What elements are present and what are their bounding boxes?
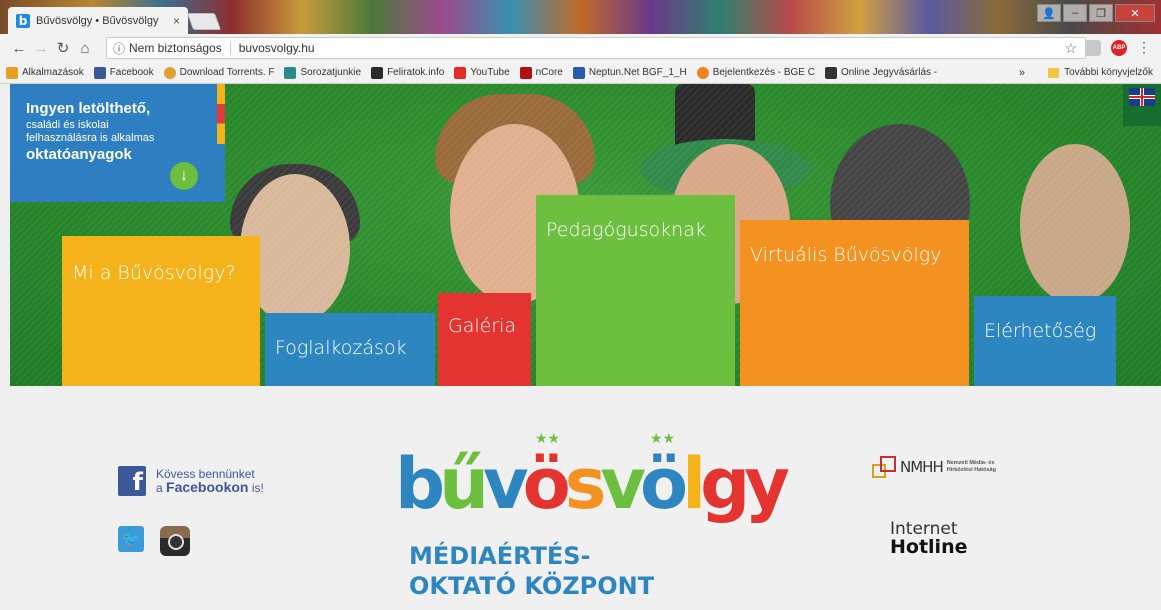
home-icon[interactable]: ⌂ [74, 40, 96, 57]
nav-tile-pedagogusoknak[interactable]: Pedagógusoknak [536, 195, 735, 386]
maximize-icon[interactable]: ❐ [1089, 4, 1113, 22]
other-bookmarks[interactable]: További könyvjelzők [1048, 67, 1153, 78]
torrent-icon [163, 66, 176, 79]
language-switch[interactable] [1123, 84, 1161, 126]
download-arrow-icon[interactable]: ↓ [170, 162, 198, 190]
minimize-icon[interactable]: – [1063, 4, 1087, 22]
reload-icon[interactable]: ↻ [52, 39, 74, 57]
nav-tile-galeria[interactable]: Galéria [438, 293, 531, 386]
bookmark-item[interactable]: Alkalmazások [6, 66, 84, 79]
nmhh-logo[interactable]: NMHH Nemzeti Média- és Hírközlési Hatósá… [872, 456, 1007, 478]
bookmark-item[interactable]: Online Jegyvásárlás - [824, 66, 937, 79]
facebook-icon: f [118, 466, 146, 496]
nmhh-mark-icon [872, 456, 898, 478]
tile-label: Mi a Bűvösvölgy? [72, 262, 236, 284]
facebook-follow-text: Kövess bennünket a Facebookon is! [156, 466, 264, 495]
bookmark-item[interactable]: nCore [519, 66, 563, 79]
site-favicon-icon: b [16, 13, 30, 28]
window-controls: 👤 – ❐ ✕ [1037, 4, 1155, 22]
extensions-area: ABP ⋮ [1085, 39, 1151, 56]
nav-tile-foglalkozasok[interactable]: Foglalkozások [265, 313, 435, 386]
bookmark-item[interactable]: Download Torrents. F [163, 66, 274, 79]
bookmark-item[interactable]: Feliratok.info [371, 66, 444, 79]
promo-line: családi és iskolai [26, 119, 109, 131]
nmhh-abbr: NMHH [900, 458, 944, 476]
browser-toolbar: ← → ↻ ⌂ ⓘ Nem biztonságos buvosvolgy.hu … [0, 34, 1161, 62]
bookmark-item[interactable]: Bejelentkezés - BGE C [696, 66, 815, 79]
new-tab-button[interactable] [186, 13, 222, 30]
ticket-icon [824, 66, 837, 79]
apps-icon [6, 66, 18, 79]
logo-subtitle: MÉDIAÉRTÉS- [409, 542, 591, 570]
promo-highlight: oktatóanyagok [26, 146, 132, 163]
bookmarks-bar: Alkalmazások Facebook Download Torrents.… [0, 62, 1161, 84]
instagram-icon[interactable] [160, 526, 190, 556]
subtitle-icon [371, 66, 384, 79]
address-bar[interactable]: ⓘ Nem biztonságos buvosvolgy.hu ☆ [106, 37, 1086, 59]
url-text[interactable]: buvosvolgy.hu [239, 41, 315, 55]
hero-banner: Ingyen letölthető, családi és iskolai fe… [10, 84, 1161, 386]
folder-icon [1048, 67, 1060, 78]
back-arrow-icon[interactable]: ← [8, 40, 30, 57]
nav-tile-mi-a-buvosvolgy[interactable]: Mi a Bűvösvölgy? [62, 236, 260, 386]
tile-label: Galéria [448, 315, 517, 337]
bookmark-item[interactable]: Facebook [93, 66, 154, 79]
facebook-icon [93, 66, 106, 79]
uk-flag-icon [1129, 88, 1155, 106]
browser-tab[interactable]: b Bűvösvölgy • Bűvösvölgy × [8, 7, 188, 34]
tab-strip: b Bűvösvölgy • Bűvösvölgy × 👤 – ❐ ✕ [0, 0, 1161, 34]
logo-wordmark: bűvösvölgy [395, 443, 790, 525]
social-links: 🐦 [118, 526, 190, 556]
nav-tile-elerhetoseg[interactable]: Elérhetőség [974, 296, 1116, 386]
facebook-follow-link[interactable]: f Kövess bennünket a Facebookon is! [118, 466, 264, 496]
info-icon[interactable]: ⓘ [113, 40, 125, 57]
buvosvolgy-logo[interactable]: ★★ ★★ bűvösvölgy MÉDIAÉRTÉS- OKTATÓ KÖZP… [395, 416, 795, 600]
user-icon[interactable]: 👤 [1037, 4, 1061, 22]
bookmarks-overflow-button[interactable]: » [1019, 67, 1025, 79]
moodle-icon [696, 66, 709, 79]
bookmark-item[interactable]: Neptun.Net BGF_1_H [572, 66, 687, 79]
close-window-icon[interactable]: ✕ [1115, 4, 1155, 22]
neptun-icon [572, 66, 585, 79]
twitter-icon[interactable]: 🐦 [118, 526, 144, 552]
color-stripe [217, 84, 225, 144]
youtube-icon [454, 66, 467, 79]
tile-label: Pedagógusoknak [546, 219, 706, 241]
logo-subtitle: OKTATÓ KÖZPONT [409, 572, 655, 600]
footer: f Kövess bennünket a Facebookon is! 🐦 ★★… [10, 386, 1161, 610]
tile-label: Virtuális Bűvösvölgy [750, 244, 942, 266]
download-promo-box[interactable]: Ingyen letölthető, családi és iskolai fe… [10, 84, 225, 202]
bookmark-star-icon[interactable]: ☆ [1064, 40, 1077, 57]
promo-title: Ingyen letölthető, [26, 100, 151, 117]
ncore-icon [519, 66, 532, 79]
tile-label: Foglalkozások [275, 337, 407, 359]
promo-line: felhasználásra is alkalmas [26, 132, 155, 144]
tab-close-icon[interactable]: × [173, 14, 180, 28]
tv-icon [284, 66, 297, 79]
bookmark-item[interactable]: YouTube [454, 66, 510, 79]
hotline-line: Hotline [890, 536, 968, 558]
forward-arrow-icon[interactable]: → [30, 40, 52, 57]
tile-label: Elérhetőség [984, 320, 1097, 342]
menu-icon[interactable]: ⋮ [1137, 39, 1151, 56]
nmhh-fullname: Nemzeti Média- és Hírközlési Hatóság [946, 460, 996, 473]
adblock-icon[interactable]: ABP [1111, 39, 1127, 56]
nav-tile-virtualis[interactable]: Virtuális Bűvösvölgy [740, 220, 969, 386]
tab-title: Bűvösvölgy • Bűvösvölgy [36, 14, 159, 27]
omnibox-divider [229, 41, 231, 55]
extension-icon[interactable] [1085, 39, 1101, 56]
bookmark-item[interactable]: Sorozatjunkie [284, 66, 361, 79]
security-label: Nem biztonságos [129, 41, 222, 55]
internet-hotline-logo[interactable]: Internet Hotline [890, 520, 968, 558]
